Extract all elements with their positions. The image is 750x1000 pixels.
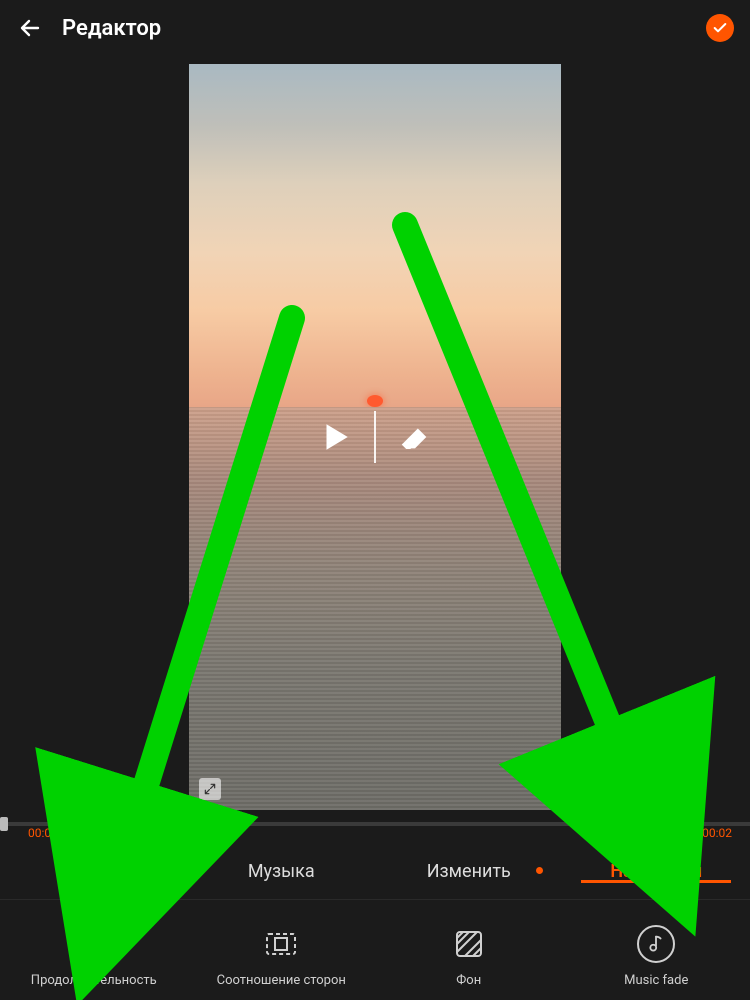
tab-bar: Тема Музыка Изменить Настройки	[0, 844, 750, 900]
timeline-thumb[interactable]	[0, 817, 8, 831]
tab-label: Изменить	[427, 861, 511, 882]
clock-icon	[75, 925, 113, 963]
fullscreen-button[interactable]	[199, 778, 221, 800]
notification-dot-icon	[536, 867, 543, 874]
settings-button-label: Соотношение сторон	[217, 973, 346, 988]
aspect-ratio-icon	[262, 925, 300, 963]
settings-duration-button[interactable]: Продолжительность	[0, 925, 188, 988]
check-circle-icon	[712, 20, 728, 36]
preview-sky	[189, 64, 561, 407]
settings-button-label: Фон	[456, 973, 481, 988]
settings-background-button[interactable]: Фон	[375, 925, 563, 988]
time-end: 00:02	[702, 826, 732, 840]
eraser-icon	[402, 429, 426, 449]
tab-label: Музыка	[248, 861, 315, 882]
done-button[interactable]	[706, 14, 734, 42]
tab-label: Тема	[72, 861, 115, 882]
tab-edit[interactable]: Изменить	[375, 861, 563, 882]
tab-label: Настройки	[610, 861, 702, 882]
play-button[interactable]	[318, 420, 352, 454]
play-icon	[327, 424, 348, 450]
time-start: 00:00	[28, 826, 58, 840]
tab-theme[interactable]: Тема	[0, 861, 188, 882]
hatch-icon	[450, 925, 488, 963]
timeline[interactable]: 00:00 00:02	[0, 816, 750, 844]
tab-music[interactable]: Музыка	[188, 861, 376, 882]
preview-area	[0, 56, 750, 816]
preview-center-line	[374, 411, 376, 463]
page-title: Редактор	[62, 16, 161, 41]
settings-musicfade-button[interactable]: Music fade	[563, 925, 750, 988]
back-button[interactable]	[16, 14, 44, 42]
tab-settings[interactable]: Настройки	[563, 861, 750, 882]
settings-button-label: Продолжительность	[31, 973, 157, 988]
expand-icon	[203, 782, 217, 796]
eraser-button[interactable]	[398, 420, 432, 454]
timeline-track[interactable]	[0, 822, 750, 826]
settings-aspect-button[interactable]: Соотношение сторон	[188, 925, 376, 988]
music-fade-icon	[637, 925, 675, 963]
header-bar: Редактор	[0, 0, 750, 56]
video-preview[interactable]	[189, 64, 561, 810]
arrow-left-icon	[18, 16, 42, 40]
settings-row: Продолжительность Соотношение сторон Фон	[0, 900, 750, 1000]
settings-button-label: Music fade	[624, 973, 688, 988]
preview-overlay-controls	[318, 411, 432, 463]
preview-sun	[367, 395, 383, 407]
preview-sea	[189, 407, 561, 810]
